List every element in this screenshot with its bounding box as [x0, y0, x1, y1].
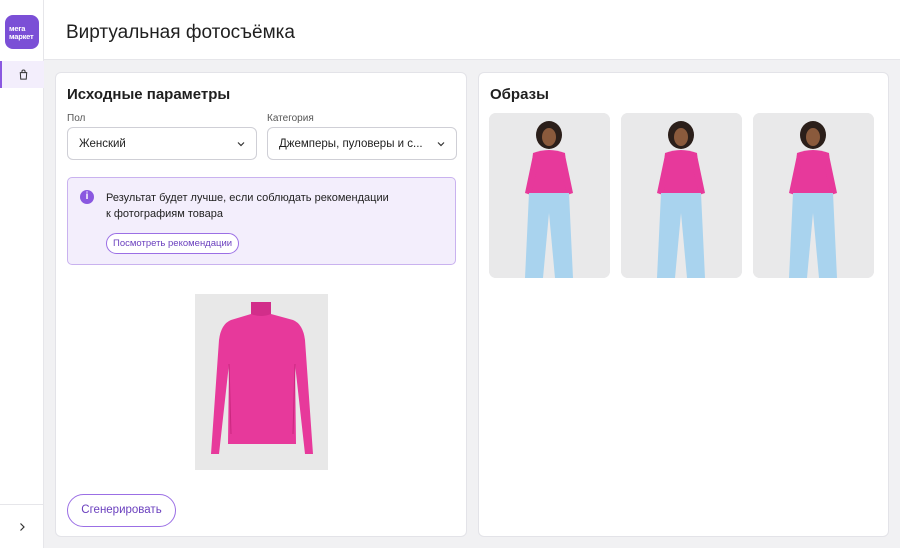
looks-title: Образы [490, 86, 549, 103]
recommendation-notice: i Результат будет лучше, если соблюдать … [67, 177, 456, 265]
model-photo [621, 113, 742, 278]
chevron-down-icon [437, 142, 445, 147]
logo-line-2: маркет [9, 32, 34, 41]
gender-value: Женский [79, 137, 126, 150]
chevron-down-icon [237, 142, 245, 147]
model-photo [489, 113, 610, 278]
source-parameters-title: Исходные параметры [67, 86, 231, 103]
gender-select[interactable]: Женский [67, 127, 257, 160]
expand-sidebar-button[interactable] [0, 504, 44, 548]
notice-line-1: Результат будет лучше, если соблюдать ре… [106, 192, 389, 204]
pink-turtleneck-image [195, 294, 328, 470]
look-image[interactable] [621, 113, 742, 278]
looks-card: Образы [478, 72, 889, 537]
page-title: Виртуальная фотосъёмка [66, 22, 295, 43]
generate-button[interactable]: Сгенерировать [67, 494, 176, 527]
category-value: Джемперы, пуловеры и с... [279, 137, 423, 150]
megamarket-logo[interactable]: мега маркет [5, 15, 39, 49]
look-image[interactable] [489, 113, 610, 278]
view-recommendations-button[interactable]: Посмотреть рекомендации [106, 233, 240, 254]
category-label: Категория [267, 113, 314, 124]
look-image[interactable] [753, 113, 874, 278]
shopping-bag-icon [19, 69, 27, 80]
header: Виртуальная фотосъёмка [44, 0, 900, 60]
source-parameters-card: Исходные параметры Пол Женский Категория… [55, 72, 467, 537]
product-photo [195, 294, 328, 470]
looks-gallery [489, 113, 874, 278]
main-content: Исходные параметры Пол Женский Категория… [44, 60, 900, 548]
gender-label: Пол [67, 113, 86, 124]
model-photo [753, 113, 874, 278]
notice-text: Результат будет лучше, если соблюдать ре… [106, 190, 389, 222]
info-icon: i [80, 190, 94, 204]
chevron-right-icon [20, 522, 25, 531]
category-select[interactable]: Джемперы, пуловеры и с... [267, 127, 457, 160]
notice-line-2: к фотографиям товара [106, 208, 223, 220]
sidebar-item-shopping[interactable] [0, 61, 44, 88]
sidebar: мега маркет [0, 0, 44, 548]
